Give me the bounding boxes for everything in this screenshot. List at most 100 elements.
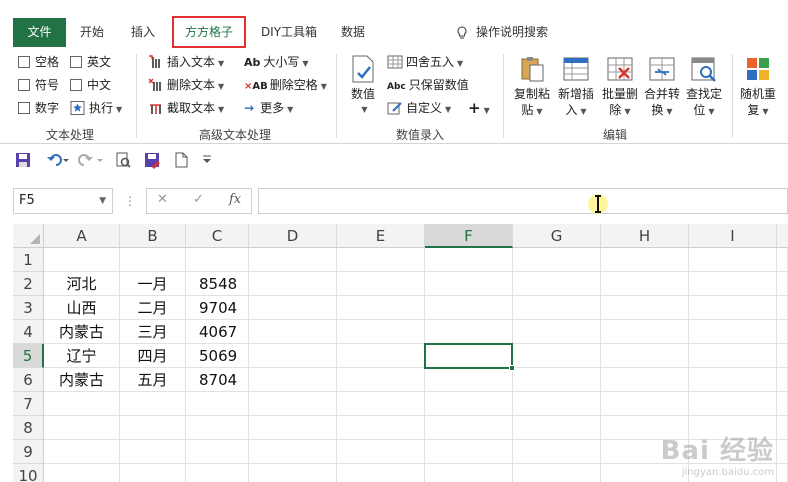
table-cell[interactable] <box>120 440 186 464</box>
checkbox-space[interactable]: 空格 <box>18 52 59 72</box>
table-cell[interactable]: 4067 <box>186 320 249 344</box>
table-cell[interactable] <box>337 464 425 482</box>
save-as-icon[interactable] <box>143 151 161 169</box>
table-cell[interactable] <box>249 344 337 368</box>
tab-file[interactable]: 文件 <box>13 18 66 47</box>
insert-function-icon[interactable]: fx <box>229 192 241 207</box>
print-preview-icon[interactable] <box>114 151 132 169</box>
row-header-6[interactable]: 6 <box>13 368 44 392</box>
table-cell[interactable] <box>249 464 337 482</box>
table-cell[interactable] <box>425 392 513 416</box>
row-header-10[interactable]: 10 <box>13 464 44 482</box>
table-cell[interactable] <box>425 464 513 482</box>
column-header-h[interactable]: H <box>601 224 689 248</box>
tab-insert[interactable]: 插入 <box>122 18 164 47</box>
table-cell[interactable] <box>44 440 120 464</box>
extract-text-button[interactable]: 截取文本 ▼ <box>148 98 224 118</box>
table-cell[interactable] <box>186 440 249 464</box>
column-header-c[interactable]: C <box>186 224 249 248</box>
table-cell[interactable] <box>425 368 513 392</box>
table-cell[interactable] <box>777 344 788 368</box>
table-cell[interactable] <box>425 248 513 272</box>
save-icon[interactable] <box>14 151 32 169</box>
table-cell[interactable] <box>601 320 689 344</box>
table-cell[interactable] <box>689 248 777 272</box>
table-cell[interactable]: 五月 <box>120 368 186 392</box>
table-cell[interactable]: 8704 <box>186 368 249 392</box>
column-header-i[interactable]: I <box>689 224 777 248</box>
merge-convert-button[interactable]: 合并转换 ▼ <box>641 54 683 120</box>
table-cell[interactable] <box>513 248 601 272</box>
column-header-b[interactable]: B <box>120 224 186 248</box>
table-cell[interactable] <box>249 416 337 440</box>
delete-space-button[interactable]: ×AB 删除空格 ▼ <box>244 75 327 95</box>
table-cell[interactable] <box>186 464 249 482</box>
column-header-g[interactable]: G <box>513 224 601 248</box>
table-cell[interactable]: 内蒙古 <box>44 368 120 392</box>
column-header-d[interactable]: D <box>249 224 337 248</box>
table-cell[interactable] <box>513 296 601 320</box>
keep-value-button[interactable]: Abc 只保留数值 <box>387 75 469 95</box>
tab-home[interactable]: 开始 <box>72 18 112 47</box>
table-cell[interactable] <box>337 368 425 392</box>
formula-input[interactable] <box>258 188 788 214</box>
select-all-button[interactable] <box>13 224 44 248</box>
value-button[interactable]: 数值 ▼ <box>345 54 381 118</box>
random-repeat-button[interactable]: 随机重复 ▼ <box>736 54 780 120</box>
table-cell[interactable] <box>601 272 689 296</box>
table-cell[interactable] <box>689 320 777 344</box>
copy-paste-button[interactable]: 复制粘贴 ▼ <box>511 54 553 120</box>
column-header-f[interactable]: F <box>425 224 513 248</box>
table-cell[interactable] <box>777 416 788 440</box>
insert-new-button[interactable]: 新增插入 ▼ <box>555 54 597 120</box>
table-cell[interactable]: 5069 <box>186 344 249 368</box>
checkbox-number[interactable]: 数字 <box>18 98 59 118</box>
checkbox-symbol[interactable]: 符号 <box>18 75 59 95</box>
table-cell[interactable] <box>601 368 689 392</box>
table-cell[interactable]: 二月 <box>120 296 186 320</box>
table-cell[interactable] <box>777 392 788 416</box>
table-cell[interactable] <box>249 272 337 296</box>
table-cell[interactable] <box>777 296 788 320</box>
table-cell[interactable] <box>337 392 425 416</box>
delete-text-button[interactable]: 删除文本 ▼ <box>148 75 224 95</box>
active-cell-f5[interactable] <box>424 343 515 371</box>
row-header-7[interactable]: 7 <box>13 392 44 416</box>
checkbox-chinese[interactable]: 中文 <box>70 75 111 95</box>
table-cell[interactable] <box>777 248 788 272</box>
table-cell[interactable] <box>120 464 186 482</box>
tab-diy-toolbox[interactable]: DIY工具箱 <box>250 18 328 47</box>
plus-button[interactable]: + ▼ <box>468 98 490 118</box>
table-cell[interactable] <box>249 392 337 416</box>
table-cell[interactable] <box>601 344 689 368</box>
table-cell[interactable] <box>689 392 777 416</box>
table-cell[interactable] <box>120 248 186 272</box>
case-button[interactable]: Ab 大小写 ▼ <box>244 52 309 72</box>
table-cell[interactable]: 内蒙古 <box>44 320 120 344</box>
table-cell[interactable] <box>249 296 337 320</box>
row-header-8[interactable]: 8 <box>13 416 44 440</box>
row-header-4[interactable]: 4 <box>13 320 44 344</box>
table-cell[interactable] <box>44 416 120 440</box>
table-cell[interactable]: 河北 <box>44 272 120 296</box>
table-cell[interactable] <box>120 416 186 440</box>
table-cell[interactable] <box>601 392 689 416</box>
table-cell[interactable]: 辽宁 <box>44 344 120 368</box>
tab-ffgz[interactable]: 方方格子 <box>172 16 246 48</box>
table-cell[interactable] <box>425 416 513 440</box>
table-cell[interactable] <box>44 392 120 416</box>
row-header-5[interactable]: 5 <box>13 344 44 368</box>
table-cell[interactable] <box>777 320 788 344</box>
row-header-1[interactable]: 1 <box>13 248 44 272</box>
table-cell[interactable] <box>337 248 425 272</box>
table-cell[interactable]: 一月 <box>120 272 186 296</box>
tell-me-search[interactable]: 操作说明搜索 <box>456 18 548 47</box>
table-cell[interactable] <box>513 368 601 392</box>
table-cell[interactable] <box>513 320 601 344</box>
table-cell[interactable] <box>337 320 425 344</box>
row-header-2[interactable]: 2 <box>13 272 44 296</box>
table-cell[interactable] <box>249 320 337 344</box>
table-cell[interactable] <box>689 272 777 296</box>
new-document-icon[interactable] <box>172 151 190 169</box>
table-cell[interactable] <box>337 344 425 368</box>
